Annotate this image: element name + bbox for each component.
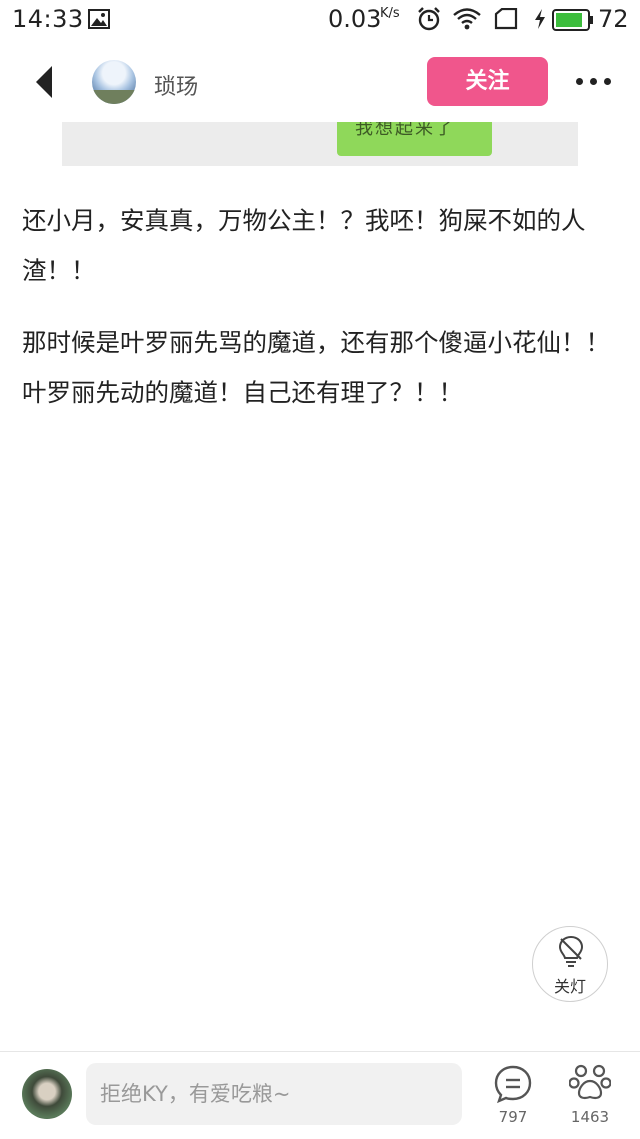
more-options-icon[interactable] [576, 70, 612, 90]
status-bar: 14:33 0.03 K/s 72 [0, 0, 640, 40]
image-icon [88, 9, 110, 33]
battery-level: 72 [598, 5, 629, 33]
paw-icon[interactable] [568, 1062, 612, 1104]
chat-bubble-image: 我想起来了 [337, 122, 492, 156]
status-time: 14:33 [12, 5, 84, 33]
wifi-icon [452, 7, 482, 35]
sim-icon [494, 7, 518, 34]
image-caption: 我想起来了 [355, 122, 455, 139]
follow-button[interactable]: 关注 [427, 57, 548, 106]
lightbulb-icon [558, 935, 584, 967]
comment-input[interactable]: 拒绝KY，有爱吃粮~ [86, 1063, 462, 1125]
author-name[interactable]: 琐玚 [154, 69, 198, 101]
back-arrow-icon [36, 66, 52, 98]
top-navigation: 琐玚 关注 [0, 40, 640, 122]
bottom-bar: 拒绝KY，有爱吃粮~ 797 1463 [0, 1051, 640, 1139]
back-button[interactable] [28, 62, 64, 102]
battery-icon [552, 9, 594, 35]
article-paragraph: 那时候是叶罗丽先骂的魔道，还有那个傻逼小花仙！！叶罗丽先动的魔道！自己还有理了？… [22, 328, 610, 407]
author-avatar[interactable] [92, 60, 136, 104]
lights-off-label: 关灯 [553, 977, 586, 996]
alarm-icon [416, 6, 442, 36]
network-speed-unit: K/s [380, 6, 400, 21]
charging-icon [533, 8, 547, 34]
like-count: 1463 [570, 1108, 610, 1126]
comment-icon[interactable] [493, 1064, 533, 1104]
network-speed: 0.03 [328, 5, 382, 33]
comment-count: 797 [498, 1108, 528, 1126]
user-avatar[interactable] [22, 1069, 72, 1119]
article-paragraph: 还小月，安真真，万物公主！？我呸！狗屎不如的人渣！！ [22, 206, 586, 285]
article-body: 还小月，安真真，万物公主！？我呸！狗屎不如的人渣！！ 那时候是叶罗丽先骂的魔道，… [22, 196, 622, 440]
article-image[interactable]: 我想起来了 [62, 122, 578, 166]
lights-off-button[interactable]: 关灯 [532, 926, 608, 1002]
